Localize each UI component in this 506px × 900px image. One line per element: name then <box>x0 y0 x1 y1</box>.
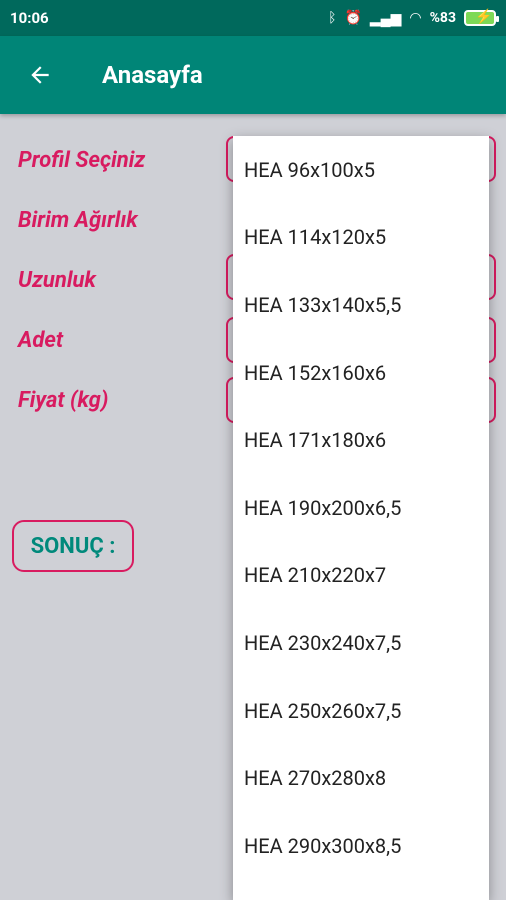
status-bar: 10:06 ᛒ ⏰ ▂▄▆ ◠ %83 ⚡ <box>0 0 506 36</box>
arrow-back-icon <box>31 66 49 84</box>
bluetooth-icon: ᛒ <box>328 10 337 26</box>
status-time: 10:06 <box>10 9 49 27</box>
label-profile: Profil Seçiniz <box>18 148 146 173</box>
alarm-icon: ⏰ <box>344 10 362 26</box>
dropdown-item[interactable]: HEA 190x200x6,5 <box>233 474 489 542</box>
dropdown-item[interactable]: HEA 290x300x8,5 <box>233 812 489 880</box>
dropdown-item[interactable]: HEA 250x260x7,5 <box>233 677 489 745</box>
dropdown-item[interactable]: HEA 96x100x5 <box>233 136 489 204</box>
status-icons: ᛒ ⏰ ▂▄▆ ◠ %83 ⚡ <box>328 9 499 27</box>
signal-icon: ▂▄▆ <box>369 10 402 27</box>
label-length: Uzunluk <box>18 268 96 293</box>
dropdown-item[interactable]: HEA 133x140x5,5 <box>233 271 489 339</box>
dropdown-item[interactable]: HEA 171x180x6 <box>233 406 489 474</box>
page-title: Anasayfa <box>102 61 203 89</box>
wifi-icon: ◠ <box>409 10 422 26</box>
dropdown-item[interactable]: HEA 210x220x7 <box>233 542 489 610</box>
app-bar: Anasayfa <box>0 36 506 114</box>
label-unit-weight: Birim Ağırlık <box>18 208 138 233</box>
back-button[interactable] <box>0 36 80 114</box>
label-price: Fiyat (kg) <box>18 388 109 413</box>
battery-icon: ⚡ <box>464 9 499 26</box>
result-label: SONUÇ : <box>12 520 134 572</box>
battery-percent: %83 <box>429 10 456 26</box>
dropdown-item[interactable]: HEA 230x240x7,5 <box>233 609 489 677</box>
profile-dropdown-list[interactable]: HEA 96x100x5 HEA 114x120x5 HEA 133x140x5… <box>233 136 489 900</box>
dropdown-item[interactable]: HEA 152x160x6 <box>233 339 489 407</box>
dropdown-item[interactable]: HEA 270x280x8 <box>233 744 489 812</box>
dropdown-item[interactable]: HEA 114x120x5 <box>233 204 489 272</box>
label-quantity: Adet <box>18 328 64 353</box>
